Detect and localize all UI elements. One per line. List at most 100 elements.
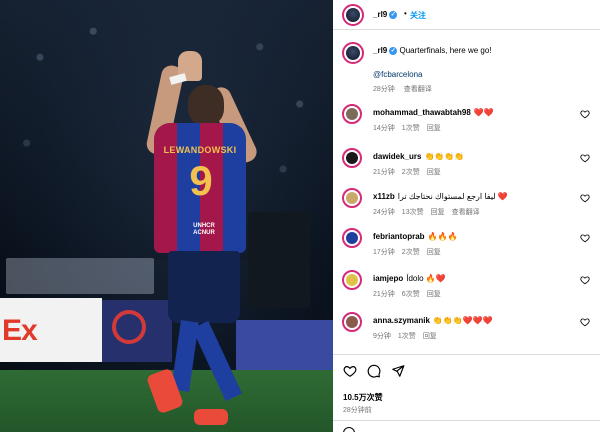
reply-button[interactable]: 回复 <box>427 125 441 132</box>
header-username[interactable]: _rl9 ✓ <box>373 10 398 19</box>
avatar-image <box>346 274 358 286</box>
commenter-avatar[interactable] <box>342 312 362 332</box>
avatar-image <box>346 8 360 22</box>
emoji-icon[interactable] <box>343 427 355 432</box>
player-shorts <box>168 251 240 323</box>
comment-likes[interactable]: 13次赞 <box>402 209 424 216</box>
comment-icon[interactable] <box>367 364 381 378</box>
jersey-number: 9 <box>189 157 213 204</box>
comment-meta: 14分钟 1次赞 回复 <box>373 123 448 133</box>
player-head <box>188 85 224 125</box>
heart-icon[interactable] <box>580 153 590 163</box>
comment-text: ليفا ارجع لمستواك نحتاجك ترا ❤️ <box>397 192 508 201</box>
avatar-image <box>346 316 358 328</box>
caption-avatar[interactable] <box>342 42 364 64</box>
commenter-avatar[interactable] <box>342 148 362 168</box>
reply-button[interactable]: 回复 <box>427 169 441 176</box>
post-side-panel: _rl9 ✓ • 关注 _rl9 ✓ Quarterfinals, here we … <box>333 0 600 432</box>
divider <box>333 354 600 355</box>
commenter-username[interactable]: febriantoprab <box>373 232 425 241</box>
comment-meta: 21分钟 2次赞 回复 <box>373 167 448 177</box>
board-logo <box>112 310 146 344</box>
caption-username[interactable]: _rl9 <box>373 46 387 55</box>
caption-view-translation[interactable]: 查看翻译 <box>404 86 432 93</box>
comment-meta: 9分钟 1次赞 回复 <box>373 331 444 341</box>
caption-time: 28分钟 <box>373 86 395 93</box>
caption-meta: 28分钟 查看翻译 <box>373 84 439 94</box>
comment-line: anna.szymanik 👏👏👏❤️❤️❤️ <box>373 316 493 325</box>
tv-camera <box>248 212 310 308</box>
comment-line: x11zb ليفا ارجع لمستواك نحتاجك ترا ❤️ <box>373 192 508 201</box>
comment-row: dawidek_urs 👏👏👏👏 21分钟 2次赞 回复 <box>333 146 600 186</box>
post-photo[interactable]: Ex LEWANDOWSKI 9 UNHCR ACNUR <box>0 0 333 432</box>
reply-button[interactable]: 回复 <box>431 209 445 216</box>
reply-button[interactable]: 回复 <box>427 249 441 256</box>
comment-time: 9分钟 <box>373 333 391 340</box>
advertising-board-right <box>236 320 333 370</box>
header-username-text[interactable]: _rl9 <box>373 10 387 19</box>
player-right-leg <box>191 320 243 402</box>
post-header: _rl9 ✓ • 关注 <box>333 0 600 30</box>
avatar-image <box>346 152 358 164</box>
comment-row: mohammad_thawabtah98 ❤️❤️ 14分钟 1次赞 回复 <box>333 102 600 142</box>
avatar-image <box>346 46 360 60</box>
commenter-username[interactable]: iamjepo <box>373 274 403 283</box>
caption-text: Quarterfinals, here we go! <box>399 46 492 55</box>
avatar-image <box>346 232 358 244</box>
heart-icon[interactable] <box>580 193 590 203</box>
jersey-sponsor: UNHCR ACNUR <box>193 223 215 236</box>
comment-meta: 21分钟 6次赞 回复 <box>373 289 448 299</box>
comment-likes[interactable]: 1次赞 <box>398 333 416 340</box>
comment-line: febriantoprab 🔥🔥🔥 <box>373 232 457 241</box>
stadium-railing <box>6 258 154 294</box>
comment-likes[interactable]: 2次赞 <box>402 169 420 176</box>
heart-icon[interactable] <box>580 109 590 119</box>
separator-dot: • <box>404 9 407 18</box>
commenter-username[interactable]: mohammad_thawabtah98 <box>373 108 471 117</box>
commenter-username[interactable]: dawidek_urs <box>373 152 421 161</box>
verified-icon: ✓ <box>389 10 398 19</box>
commenter-avatar[interactable] <box>342 228 362 248</box>
comment-likes[interactable]: 2次赞 <box>402 249 420 256</box>
post-actions <box>333 362 600 382</box>
player-figure: LEWANDOWSKI 9 UNHCR ACNUR <box>144 45 260 430</box>
avatar[interactable] <box>342 4 364 26</box>
view-translation-button[interactable]: 查看翻译 <box>452 209 480 216</box>
comment-time: 21分钟 <box>373 169 395 176</box>
post-time: 28分钟前 <box>343 407 372 414</box>
comment-time: 24分钟 <box>373 209 395 216</box>
comment-row: iamjepo Ídolo 🔥❤️ 21分钟 6次赞 回复 <box>333 268 600 308</box>
comment-text: 👏👏👏👏 <box>424 152 465 161</box>
heart-icon[interactable] <box>580 233 590 243</box>
comment-line: iamjepo Ídolo 🔥❤️ <box>373 274 446 283</box>
comment-likes[interactable]: 6次赞 <box>402 291 420 298</box>
verified-icon: ✓ <box>389 46 398 55</box>
commenter-avatar[interactable] <box>342 270 362 290</box>
commenter-avatar[interactable] <box>342 188 362 208</box>
reply-button[interactable]: 回复 <box>423 333 437 340</box>
advertising-board: Ex <box>0 298 102 362</box>
player-right-boot <box>194 409 228 425</box>
heart-icon[interactable] <box>343 364 357 378</box>
share-icon[interactable] <box>391 364 405 378</box>
likes-count[interactable]: 10.5万次赞 <box>343 392 383 403</box>
comment-row: febriantoprab 🔥🔥🔥 17分钟 2次赞 回复 <box>333 226 600 266</box>
board-text: Ex <box>2 314 38 347</box>
comment-text: ❤️❤️ <box>473 108 494 117</box>
add-comment-row <box>333 420 600 432</box>
comment-likes[interactable]: 1次赞 <box>402 125 420 132</box>
commenter-username[interactable]: anna.szymanik <box>373 316 430 325</box>
reply-button[interactable]: 回复 <box>427 291 441 298</box>
commenter-avatar[interactable] <box>342 104 362 124</box>
comment-text: Ídolo 🔥❤️ <box>406 274 446 283</box>
comment-time: 14分钟 <box>373 125 395 132</box>
follow-button[interactable]: 关注 <box>410 10 426 21</box>
player-jersey: LEWANDOWSKI 9 UNHCR ACNUR <box>154 123 246 253</box>
heart-icon[interactable] <box>580 317 590 327</box>
caption-mention-link[interactable]: @fcbarcelona <box>373 70 422 79</box>
commenter-username[interactable]: x11zb <box>373 192 395 201</box>
comment-time: 21分钟 <box>373 291 395 298</box>
comment-meta: 17分钟 2次赞 回复 <box>373 247 448 257</box>
heart-icon[interactable] <box>580 275 590 285</box>
comment-row: anna.szymanik 👏👏👏❤️❤️❤️ 9分钟 1次赞 回复 <box>333 310 600 350</box>
